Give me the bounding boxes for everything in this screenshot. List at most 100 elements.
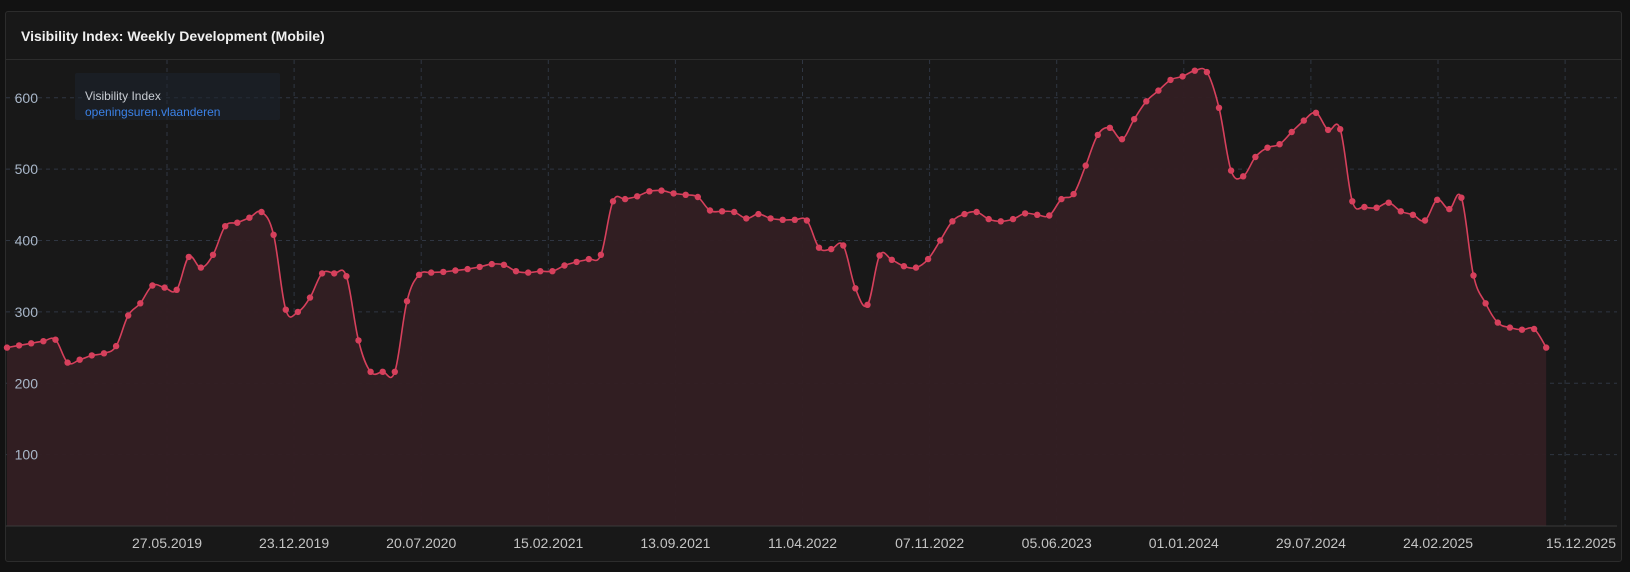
data-point[interactable] [161, 284, 168, 291]
data-point[interactable] [767, 215, 774, 222]
data-point[interactable] [791, 216, 798, 223]
data-point[interactable] [403, 298, 411, 305]
data-point[interactable] [537, 268, 544, 275]
data-point[interactable] [1312, 109, 1320, 117]
legend-series-link[interactable]: openingsuren.vlaanderen [85, 105, 220, 119]
data-point[interactable] [1470, 272, 1477, 279]
data-point[interactable] [876, 252, 883, 259]
data-point[interactable] [973, 208, 980, 216]
data-point[interactable] [585, 255, 592, 263]
data-point[interactable] [1046, 212, 1053, 219]
data-point[interactable] [1252, 153, 1259, 161]
data-point[interactable] [1543, 344, 1550, 351]
data-point[interactable] [1385, 199, 1392, 206]
data-point[interactable] [476, 263, 483, 271]
data-point[interactable] [1288, 128, 1295, 136]
data-point[interactable] [1082, 162, 1089, 169]
data-point[interactable] [815, 244, 823, 251]
data-point[interactable] [1155, 87, 1162, 94]
data-point[interactable] [391, 368, 398, 375]
data-point[interactable] [1361, 203, 1368, 211]
data-point[interactable] [331, 270, 338, 277]
data-point[interactable] [1337, 126, 1344, 133]
data-point[interactable] [658, 187, 665, 194]
data-point[interactable] [1021, 210, 1029, 217]
data-point[interactable] [755, 210, 762, 218]
data-point[interactable] [682, 191, 689, 198]
data-point[interactable] [1094, 131, 1102, 139]
data-point[interactable] [1446, 205, 1453, 213]
data-point[interactable] [149, 282, 156, 289]
data-point[interactable] [464, 265, 471, 273]
data-point[interactable] [912, 264, 920, 271]
data-point[interactable] [28, 340, 35, 347]
data-point[interactable] [258, 208, 265, 216]
data-point[interactable] [100, 350, 108, 357]
data-point[interactable] [355, 337, 362, 344]
data-point[interactable] [440, 268, 447, 276]
data-point[interactable] [428, 269, 435, 276]
data-point[interactable] [76, 356, 83, 363]
data-point[interactable] [500, 261, 508, 268]
data-point[interactable] [137, 300, 144, 307]
data-point[interactable] [1397, 208, 1405, 215]
data-point[interactable] [937, 237, 944, 244]
data-point[interactable] [803, 217, 811, 224]
data-point[interactable] [1421, 217, 1429, 224]
data-point[interactable] [1143, 98, 1150, 105]
data-point[interactable] [1227, 167, 1235, 174]
data-point[interactable] [573, 258, 580, 266]
data-point[interactable] [1530, 325, 1538, 333]
data-point[interactable] [282, 306, 289, 313]
data-point[interactable] [961, 210, 968, 218]
data-point[interactable] [1191, 67, 1199, 74]
data-point[interactable] [1373, 204, 1380, 211]
data-point[interactable] [731, 208, 738, 216]
data-point[interactable] [112, 342, 120, 350]
data-point[interactable] [609, 198, 617, 205]
data-point[interactable] [367, 368, 374, 375]
data-point[interactable] [209, 251, 217, 258]
data-point[interactable] [997, 218, 1004, 225]
data-point[interactable] [1434, 196, 1441, 203]
data-point[interactable] [488, 260, 495, 268]
data-point[interactable] [512, 268, 520, 275]
data-point[interactable] [52, 336, 59, 343]
data-point[interactable] [415, 271, 423, 278]
data-point[interactable] [1203, 68, 1211, 76]
data-point[interactable] [246, 214, 253, 221]
data-point[interactable] [985, 215, 992, 223]
data-point[interactable] [1240, 173, 1247, 180]
data-point[interactable] [1179, 73, 1186, 80]
data-point[interactable] [197, 264, 205, 271]
data-point[interactable] [779, 216, 786, 223]
data-point[interactable] [718, 208, 726, 215]
data-point[interactable] [270, 231, 277, 238]
data-point[interactable] [743, 215, 750, 222]
data-point[interactable] [1409, 211, 1417, 218]
data-point[interactable] [318, 270, 326, 277]
data-point[interactable] [670, 190, 677, 197]
data-point[interactable] [634, 193, 641, 200]
data-point[interactable] [864, 301, 871, 308]
data-point[interactable] [1458, 194, 1465, 201]
data-point[interactable] [234, 219, 241, 226]
data-point[interactable] [222, 223, 229, 230]
data-point[interactable] [1518, 326, 1526, 333]
data-point[interactable] [343, 273, 350, 280]
data-point[interactable] [924, 255, 932, 263]
data-point[interactable] [706, 207, 714, 214]
data-point[interactable] [1506, 324, 1514, 331]
data-point[interactable] [561, 262, 568, 269]
data-point[interactable] [379, 368, 386, 375]
data-point[interactable] [40, 338, 47, 345]
data-point[interactable] [1324, 126, 1332, 134]
data-point[interactable] [1118, 136, 1126, 143]
data-point[interactable] [1215, 104, 1223, 112]
data-point[interactable] [597, 251, 605, 258]
data-point[interactable] [900, 263, 908, 270]
data-point[interactable] [306, 294, 314, 301]
data-point[interactable] [949, 218, 956, 225]
data-point[interactable] [852, 285, 859, 292]
data-point[interactable] [294, 308, 302, 316]
